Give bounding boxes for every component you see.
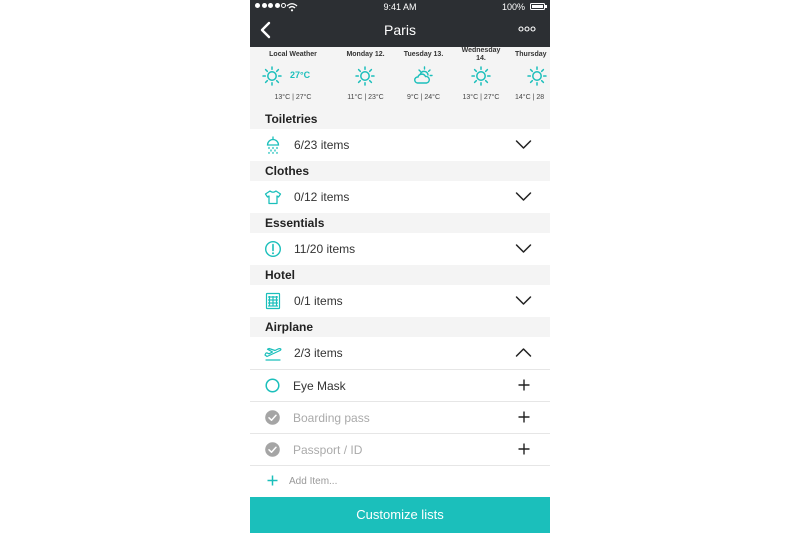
category-count: 0/12 items xyxy=(294,190,350,204)
sun-icon xyxy=(471,66,491,86)
weather-range: 9°C | 24°C xyxy=(406,94,441,101)
add-plus-icon[interactable] xyxy=(267,475,278,486)
category-count: 6/23 items xyxy=(294,138,350,152)
sun-icon xyxy=(355,66,375,86)
chevron-up-icon[interactable] xyxy=(515,347,532,358)
chevron-down-icon[interactable] xyxy=(515,191,532,202)
weather-range: 14°C | 28 xyxy=(515,94,545,101)
customize-lists-button[interactable]: Customize lists xyxy=(250,497,550,533)
page-title: Paris xyxy=(384,22,416,38)
tshirt-icon xyxy=(264,190,282,205)
weather-day-label: Thursday xyxy=(515,51,547,58)
item-label: Eye Mask xyxy=(293,379,346,393)
category-row-clothes[interactable]: 0/12 items xyxy=(250,181,550,213)
list-item-boarding-pass: Boarding pass xyxy=(250,401,550,433)
chevron-down-icon[interactable] xyxy=(515,243,532,254)
category-count: 2/3 items xyxy=(294,346,343,360)
weather-day-label: Tuesday 13. xyxy=(403,51,444,58)
weather-day-label: Monday 12. xyxy=(346,51,385,58)
weather-range: 13°C | 27°C xyxy=(274,94,312,101)
cloud-sun-icon xyxy=(414,66,433,84)
weather-day-local: Local Weather 27°C 13°C | 27°C xyxy=(250,47,336,110)
shower-icon xyxy=(266,136,280,154)
category-row-hotel[interactable]: 0/1 items xyxy=(250,285,550,317)
category-row-essentials[interactable]: 11/20 items xyxy=(250,233,550,265)
current-temperature: 27°C xyxy=(290,70,311,80)
more-dots-icon[interactable] xyxy=(518,24,536,34)
weather-strip: Local Weather 27°C 13°C | 27°C Monday 12… xyxy=(250,47,550,110)
category-row-toiletries[interactable]: 6/23 items xyxy=(250,129,550,161)
item-label: Passport / ID xyxy=(293,443,363,457)
weather-day-thursday: Thursday 14°C | 28 xyxy=(511,47,550,110)
category-row-airplane[interactable]: 2/3 items xyxy=(250,337,550,369)
section-header-hotel: Hotel xyxy=(250,265,550,285)
weather-day-monday: Monday 12. 11°C | 23°C xyxy=(338,47,393,110)
list-item-eye-mask: Eye Mask xyxy=(250,369,550,401)
add-item-input[interactable]: Add Item... xyxy=(289,476,337,487)
battery-icon xyxy=(530,3,545,10)
add-item-row[interactable]: Add Item... xyxy=(250,465,550,497)
category-count: 0/1 items xyxy=(294,294,343,308)
hotel-icon xyxy=(265,292,281,310)
checked-circle-icon[interactable] xyxy=(265,442,280,457)
section-header-toiletries: Toiletries xyxy=(250,109,550,129)
sun-icon xyxy=(527,66,547,86)
chevron-down-icon[interactable] xyxy=(515,295,532,306)
weather-range: 13°C | 27°C xyxy=(462,94,500,101)
list-item-passport: Passport / ID xyxy=(250,433,550,465)
nav-bar: Paris xyxy=(250,14,550,47)
status-bar: 9:41 AM 100% xyxy=(250,0,550,14)
weather-day-label: Wednesday 14. xyxy=(461,47,501,62)
weather-day-label: Local Weather xyxy=(269,51,317,58)
plus-icon[interactable] xyxy=(518,443,530,455)
weather-day-wednesday: Wednesday 14. 13°C | 27°C xyxy=(454,47,508,110)
weather-day-tuesday: Tuesday 13. 9°C | 24°C xyxy=(395,47,452,110)
app-screen: 9:41 AM 100% Paris Local Weather 27°C 13… xyxy=(250,0,550,533)
section-header-clothes: Clothes xyxy=(250,161,550,181)
item-label: Boarding pass xyxy=(293,411,370,425)
battery-percent: 100% xyxy=(501,2,525,12)
airplane-icon xyxy=(264,347,282,361)
sun-icon xyxy=(262,66,282,86)
chevron-down-icon[interactable] xyxy=(515,139,532,150)
category-count: 11/20 items xyxy=(294,242,356,256)
section-header-airplane: Airplane xyxy=(250,317,550,337)
plus-icon[interactable] xyxy=(518,379,530,391)
weather-range: 11°C | 23°C xyxy=(347,94,384,101)
unchecked-circle-icon[interactable] xyxy=(265,378,280,393)
checked-circle-icon[interactable] xyxy=(265,410,280,425)
plus-icon[interactable] xyxy=(518,411,530,423)
section-header-essentials: Essentials xyxy=(250,213,550,233)
exclamation-icon xyxy=(264,240,282,258)
